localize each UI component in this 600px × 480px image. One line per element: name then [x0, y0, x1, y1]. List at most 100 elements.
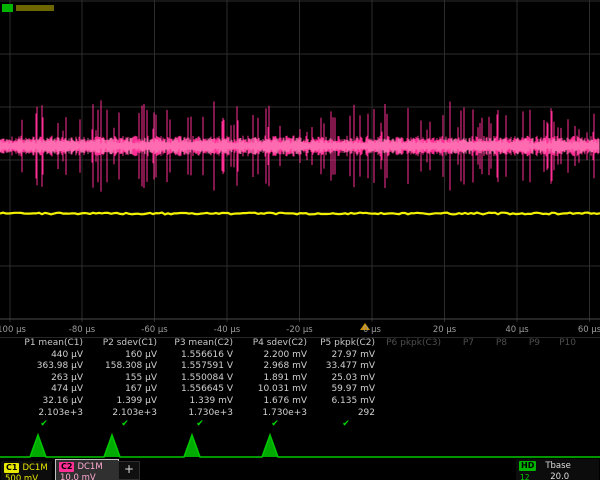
annotation-indicator-icon	[16, 5, 54, 11]
measure-value-cell	[512, 373, 545, 385]
measure-value-cell: 1.676 mV	[238, 396, 312, 408]
measure-value-cell	[479, 361, 512, 373]
measure-column-header[interactable]: P10	[545, 338, 581, 350]
measure-value-cell: 25.03 mV	[312, 373, 380, 385]
timebase-descriptor[interactable]: HD Tbase 12 Bits 20.0 µs/div	[516, 459, 599, 480]
measure-value-cell	[380, 361, 446, 373]
measure-value-cell	[512, 350, 545, 362]
measure-value-cell	[446, 373, 479, 385]
measure-column-header[interactable]: P3 mean(C2)	[162, 338, 238, 350]
status-indicator-icon	[2, 4, 13, 12]
measure-column-header[interactable]: P6 pkpk(C3)	[380, 338, 446, 350]
measure-status-check	[512, 419, 545, 431]
time-axis-label: 0 µs	[363, 325, 381, 335]
channel-descriptor-c2[interactable]: C2DC1M 10.0 mV	[55, 459, 119, 480]
measure-value-cell: 1.730e+3	[162, 408, 238, 420]
c2-coupling: DC1M	[77, 462, 102, 472]
measure-column-header[interactable]: P8	[479, 338, 512, 350]
measure-value-cell: 33.477 mV	[312, 361, 380, 373]
measure-value-cell: 10.031 mV	[238, 384, 312, 396]
measure-column-header[interactable]: P2 sdev(C1)	[88, 338, 162, 350]
measure-status-check: ✔	[0, 419, 88, 431]
time-axis: -100 µs-80 µs-60 µs-40 µs-20 µs0 µs20 µs…	[0, 322, 600, 337]
trend-peak	[30, 435, 46, 457]
measure-column-header[interactable]: P7	[446, 338, 479, 350]
time-axis-label: 20 µs	[433, 325, 456, 335]
measure-value-row: 440 µV160 µV1.556616 V2.200 mV27.97 mV	[0, 350, 600, 362]
measure-value-row: 2.103e+32.103e+31.730e+31.730e+3292	[0, 408, 600, 420]
trend-peak	[262, 435, 278, 457]
measure-value-cell: 1.556645 V	[162, 384, 238, 396]
measure-status-check	[446, 419, 479, 431]
measure-value-cell	[512, 361, 545, 373]
measure-value-row: 363.98 µV158.308 µV1.557591 V2.968 mV33.…	[0, 361, 600, 373]
measurement-table-header-row: P1 mean(C1)P2 sdev(C1)P3 mean(C2)P4 sdev…	[0, 338, 600, 350]
trend-peak	[104, 435, 120, 457]
measure-column-header[interactable]: P9	[512, 338, 545, 350]
measure-value-cell	[479, 408, 512, 420]
measure-value-cell: 1.556616 V	[162, 350, 238, 362]
measure-value-cell: 292	[312, 408, 380, 420]
measure-status-check: ✔	[88, 419, 162, 431]
measure-value-cell: 6.135 mV	[312, 396, 380, 408]
measure-value-cell	[545, 384, 581, 396]
measure-value-row: 263 µV155 µV1.550084 V1.891 mV25.03 mV	[0, 373, 600, 385]
measure-column-header[interactable]: P5 pkpk(C2)	[312, 338, 380, 350]
time-axis-label: 40 µs	[505, 325, 528, 335]
measure-value-cell: 27.97 mV	[312, 350, 380, 362]
hd-badge: HD	[519, 461, 536, 471]
measure-value-cell	[545, 373, 581, 385]
timebase-label: Tbase	[545, 461, 570, 471]
measure-value-cell: 1.891 mV	[238, 373, 312, 385]
measure-value-cell: 440 µV	[0, 350, 88, 362]
measure-value-cell: 2.968 mV	[238, 361, 312, 373]
measure-value-cell	[545, 350, 581, 362]
measure-column-header[interactable]: P1 mean(C1)	[0, 338, 88, 350]
measure-status-check: ✔	[238, 419, 312, 431]
c1-scale: 500 mV	[4, 474, 49, 480]
channel-descriptor-c1[interactable]: C1DC1M 500 mV	[1, 461, 52, 480]
c1-coupling: DC1M	[22, 463, 47, 473]
waveform-display[interactable]	[0, 0, 600, 322]
timebase-value: 20.0 µs/div	[550, 472, 596, 480]
measure-value-cell	[446, 396, 479, 408]
c2-scale: 10.0 mV	[59, 473, 115, 480]
measure-value-cell: 474 µV	[0, 384, 88, 396]
time-axis-label: -40 µs	[214, 325, 240, 335]
measure-value-cell	[446, 384, 479, 396]
cursor-marker[interactable]: +	[118, 461, 140, 480]
measure-value-cell: 158.308 µV	[88, 361, 162, 373]
time-axis-label: -100 µs	[0, 325, 26, 335]
measure-value-cell	[545, 408, 581, 420]
measure-value-cell	[380, 350, 446, 362]
time-axis-label: -20 µs	[286, 325, 312, 335]
measure-value-cell	[446, 350, 479, 362]
measure-column-header[interactable]: P4 sdev(C2)	[238, 338, 312, 350]
resolution-bits: 12 Bits	[520, 473, 545, 480]
measure-value-cell: 363.98 µV	[0, 361, 88, 373]
measure-value-cell	[512, 384, 545, 396]
c1-channel-chip: C1	[4, 463, 19, 473]
measure-value-cell: 1.399 µV	[88, 396, 162, 408]
trend-peak	[184, 435, 200, 457]
measure-value-cell	[380, 384, 446, 396]
plus-icon: +	[124, 462, 134, 476]
measure-status-check	[545, 419, 581, 431]
measure-value-cell: 167 µV	[88, 384, 162, 396]
measure-value-cell: 2.103e+3	[0, 408, 88, 420]
measure-value-row: 474 µV167 µV1.556645 V10.031 mV59.97 mV	[0, 384, 600, 396]
measure-status-check	[479, 419, 512, 431]
measure-value-row: 32.16 µV1.399 µV1.339 mV1.676 mV6.135 mV	[0, 396, 600, 408]
measure-status-check: ✔	[312, 419, 380, 431]
measure-value-cell: 263 µV	[0, 373, 88, 385]
measure-value-cell	[479, 350, 512, 362]
measure-value-cell	[446, 408, 479, 420]
measure-value-cell: 32.16 µV	[0, 396, 88, 408]
measurement-status-row: ✔✔✔✔✔	[0, 419, 600, 431]
descriptor-bar: C1DC1M 500 mV C2DC1M 10.0 mV + HD Tbase …	[0, 458, 600, 480]
time-axis-label: -80 µs	[69, 325, 95, 335]
measure-value-cell: 1.730e+3	[238, 408, 312, 420]
measure-value-cell	[512, 408, 545, 420]
measure-value-cell	[545, 396, 581, 408]
measure-value-cell	[380, 408, 446, 420]
